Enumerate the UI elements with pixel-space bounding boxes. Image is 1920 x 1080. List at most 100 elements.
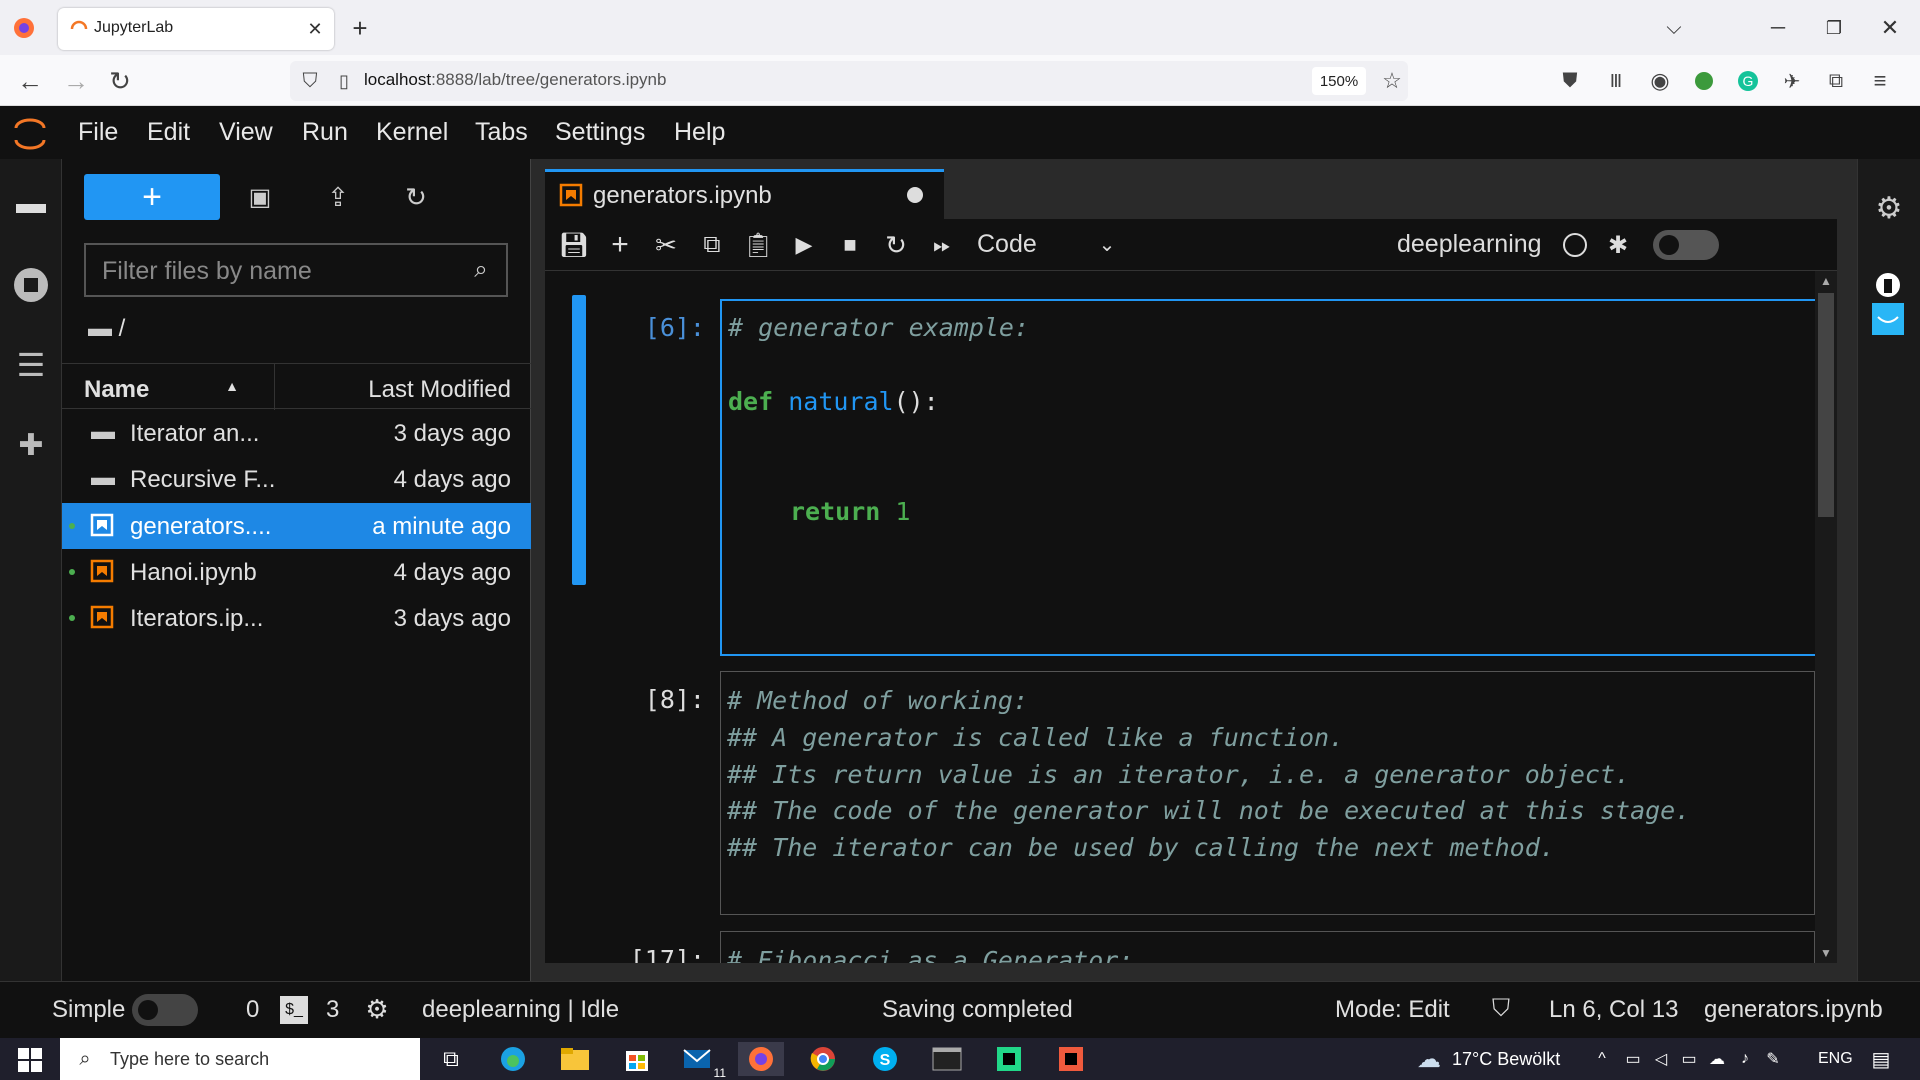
pin-icon[interactable]: ✈ (1776, 65, 1808, 97)
cursor-position[interactable]: Ln 6, Col 13 (1549, 996, 1678, 1024)
new-folder-icon[interactable]: ▣ (242, 179, 278, 215)
terminal-icon[interactable]: $_ (280, 996, 308, 1024)
volume-icon[interactable]: ◁ (1648, 1044, 1674, 1074)
extensions-icon[interactable]: ⧉ (1820, 65, 1852, 97)
new-launcher-button[interactable]: + (84, 174, 220, 220)
debugger-toggle[interactable] (1653, 230, 1719, 260)
hamburger-menu-icon[interactable]: ≡ (1864, 65, 1896, 97)
code-cell-editor[interactable]: # Method of working: ## A generator is c… (720, 671, 1815, 915)
property-inspector-gears-icon[interactable]: ⚙ (1868, 187, 1910, 229)
store-icon[interactable] (614, 1042, 660, 1076)
folder-icon[interactable]: ▬ (0, 173, 62, 235)
input-language[interactable]: ENG (1818, 1050, 1853, 1068)
cell-type-select[interactable]: Code ⌄ (973, 227, 1123, 263)
firefox-icon[interactable] (8, 12, 40, 44)
browser-tab[interactable]: JupyterLab ✕ (58, 8, 334, 50)
close-window-icon[interactable]: ✕ (1872, 10, 1908, 46)
menu-tabs[interactable]: Tabs (475, 118, 528, 147)
bookmark-star-icon[interactable]: ☆ (1376, 65, 1408, 97)
list-tabs-icon[interactable]: ⌵ (1656, 10, 1692, 46)
scrollbar[interactable]: ▲ ▼ (1815, 271, 1837, 963)
reload-icon[interactable]: ↻ (100, 61, 140, 101)
firefox-taskbar-icon[interactable] (738, 1042, 784, 1076)
battery-icon[interactable]: ▭ (1620, 1044, 1646, 1074)
weather-text[interactable]: 17°C Bewölkt (1452, 1049, 1560, 1070)
taskbar-search-box[interactable]: ⌕ Type here to search (60, 1038, 420, 1080)
menu-settings[interactable]: Settings (555, 118, 645, 147)
refresh-icon[interactable]: ↻ (398, 179, 434, 215)
menu-help[interactable]: Help (674, 118, 725, 147)
paste-icon[interactable]: 📋︎ (739, 226, 777, 264)
insert-cell-icon[interactable]: + (601, 226, 639, 264)
cloud-sync-icon[interactable]: ☁ (1704, 1044, 1730, 1074)
file-row[interactable]: Hanoi.ipynb 4 days ago (62, 549, 531, 595)
code-cell-editor[interactable]: # Fibonacci as a Generator: (720, 931, 1815, 963)
show-hidden-icons-chevron[interactable]: ^ (1590, 1044, 1614, 1074)
shield-x-icon[interactable]: ⛉ (1484, 992, 1518, 1026)
filter-files-input[interactable]: Filter files by name ⌕ (84, 243, 508, 297)
network-icon[interactable]: ▭ (1676, 1044, 1702, 1074)
notifications-icon[interactable]: ▤ (1866, 1044, 1896, 1074)
kernel-count[interactable]: 0 (246, 996, 259, 1024)
copy-icon[interactable]: ⧉ (693, 226, 731, 264)
clion-icon[interactable] (1048, 1042, 1094, 1076)
forward-icon[interactable]: → (56, 61, 96, 101)
windows-start-icon[interactable] (18, 1048, 42, 1072)
new-tab-icon[interactable]: + (344, 12, 376, 44)
file-row[interactable]: ▬ Iterator an... 3 days ago (62, 410, 531, 456)
pen-icon[interactable]: ✎ (1760, 1044, 1786, 1074)
debugger-bug-icon[interactable]: ✱ (1599, 226, 1637, 264)
extension-badge-icon[interactable] (1866, 271, 1910, 337)
extension-green-icon[interactable] (1688, 65, 1720, 97)
kernel-name[interactable]: deeplearning (1397, 230, 1542, 259)
weather-cloud-icon[interactable]: ☁ (1412, 1044, 1446, 1074)
save-icon[interactable]: 💾︎ (555, 226, 593, 264)
task-view-icon[interactable]: ⧉ (428, 1042, 474, 1076)
file-row[interactable]: ▬ Recursive F... 4 days ago (62, 456, 531, 502)
scrollbar-thumb[interactable] (1818, 293, 1834, 517)
file-explorer-icon[interactable] (552, 1042, 598, 1076)
scroll-down-icon[interactable]: ▼ (1815, 943, 1837, 963)
menu-edit[interactable]: Edit (147, 118, 190, 147)
kernel-status[interactable]: deeplearning | Idle (422, 996, 619, 1024)
shield-icon[interactable]: ⛉ (294, 65, 326, 97)
back-icon[interactable]: ← (10, 61, 50, 101)
cpu-icon[interactable]: ⚙ (360, 992, 394, 1026)
terminal-count[interactable]: 3 (326, 996, 339, 1024)
pocket-icon[interactable]: ⛊ (1554, 65, 1586, 97)
terminal-taskbar-icon[interactable] (924, 1042, 970, 1076)
simple-mode-toggle[interactable] (132, 994, 198, 1026)
library-icon[interactable]: Ⅲ (1600, 65, 1632, 97)
chrome-icon[interactable] (800, 1042, 846, 1076)
restore-icon[interactable]: ❐ (1816, 10, 1852, 46)
file-row[interactable]: Iterators.ip... 3 days ago (62, 595, 531, 641)
account-icon[interactable]: ◉ (1644, 65, 1676, 97)
breadcrumb[interactable]: ▬ / (88, 315, 125, 345)
column-name[interactable]: Name (84, 376, 149, 404)
notebook-tab[interactable]: generators.ipynb (545, 169, 944, 219)
grammarly-icon[interactable]: G (1732, 65, 1764, 97)
run-icon[interactable]: ▶ (785, 226, 823, 264)
running-kernels-icon[interactable] (0, 254, 62, 316)
url-bar[interactable]: ⛉ ▯ localhost:8888/lab/tree/generators.i… (290, 61, 1408, 101)
upload-icon[interactable]: ⇪ (320, 179, 356, 215)
menu-run[interactable]: Run (302, 118, 348, 147)
extension-manager-icon[interactable]: ✚ (0, 414, 62, 476)
run-all-icon[interactable]: ⏩︎ (923, 226, 961, 264)
editor-mode[interactable]: Mode: Edit (1335, 996, 1450, 1024)
scroll-up-icon[interactable]: ▲ (1815, 271, 1837, 291)
file-row-selected[interactable]: generators.... a minute ago (62, 503, 531, 549)
pycharm-ce-icon[interactable] (986, 1042, 1032, 1076)
menu-kernel[interactable]: Kernel (376, 118, 448, 147)
skype-icon[interactable]: S (862, 1042, 908, 1076)
stop-icon[interactable]: ■ (831, 226, 869, 264)
microphone-icon[interactable]: ♪ (1732, 1044, 1758, 1074)
table-of-contents-icon[interactable]: ☰ (0, 334, 62, 396)
minimize-icon[interactable]: ─ (1760, 10, 1796, 46)
zoom-level[interactable]: 150% (1312, 67, 1366, 95)
menu-view[interactable]: View (219, 118, 273, 147)
code-cell-editor[interactable]: # generator example: def natural(): retu… (720, 299, 1817, 656)
cut-icon[interactable]: ✂ (647, 226, 685, 264)
page-icon[interactable]: ▯ (328, 65, 360, 97)
menu-file[interactable]: File (78, 118, 118, 147)
